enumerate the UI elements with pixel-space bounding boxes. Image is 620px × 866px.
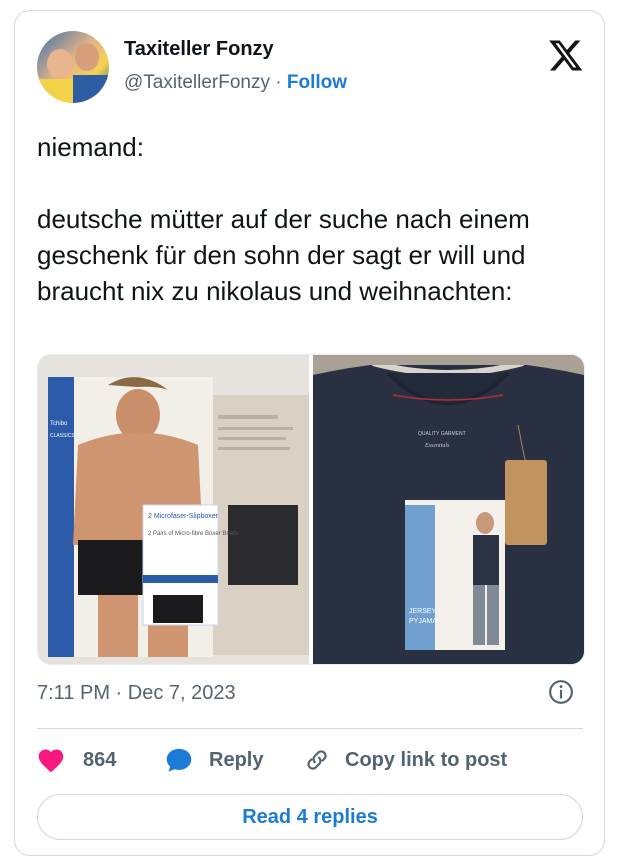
boxer-package-illustration: 2 Microfaser-Slipboxer 2 Pairs of Micro-… — [38, 355, 309, 664]
media-image-boxer-package[interactable]: 2 Microfaser-Slipboxer 2 Pairs of Micro-… — [38, 355, 309, 664]
info-icon[interactable] — [548, 679, 574, 705]
pyjama-illustration: QUALITY GARMENT Essentials JERSEY PYJAMA — [313, 355, 584, 664]
reply-button[interactable]: Reply — [165, 738, 263, 782]
like-count: 864 — [83, 748, 117, 771]
action-bar: 864 Reply Copy link to post — [37, 738, 583, 782]
avatar[interactable] — [37, 31, 109, 103]
label-top: QUALITY GARMENT — [418, 431, 466, 437]
like-button[interactable]: 864 — [37, 738, 116, 782]
box-title: 2 Microfaser-Slipboxer — [148, 513, 219, 520]
divider — [37, 728, 583, 729]
avatar-face-right — [75, 43, 99, 71]
author-name[interactable]: Taxiteller Fonzy — [124, 38, 274, 61]
media-image-pyjama[interactable]: QUALITY GARMENT Essentials JERSEY PYJAMA — [313, 355, 584, 664]
heart-icon — [38, 749, 64, 773]
link-icon — [307, 750, 327, 770]
label-brand: Essentials — [424, 443, 450, 449]
author-handle[interactable]: @TaxitellerFonzy — [124, 72, 270, 93]
tweet-timestamp[interactable]: 7:11 PM · Dec 7, 2023 — [37, 682, 236, 705]
x-logo-icon[interactable] — [548, 37, 584, 73]
avatar-shirt-right — [73, 75, 109, 103]
follow-button[interactable]: Follow — [287, 72, 347, 93]
reply-bubble-icon — [166, 748, 192, 772]
copy-link-button[interactable]: Copy link to post — [303, 738, 507, 782]
brand-logo-text: Tchibo — [50, 421, 68, 427]
handle-separator: · — [275, 72, 282, 93]
box-text-jersey: JERSEY — [409, 608, 437, 615]
tweet-card: Taxiteller Fonzy @TaxitellerFonzy · Foll… — [14, 10, 605, 856]
box-subtitle: 2 Pairs of Micro-fibre Boxer Briefs — [148, 531, 238, 537]
reply-label: Reply — [209, 748, 264, 771]
copy-link-label: Copy link to post — [345, 748, 508, 771]
box-text-pyjama: PYJAMA — [409, 618, 437, 625]
line-text: CLASSICS — [50, 433, 75, 439]
tweet-media[interactable]: 2 Microfaser-Slipboxer 2 Pairs of Micro-… — [37, 354, 585, 665]
avatar-face-left — [47, 49, 73, 79]
author-handle-row: @TaxitellerFonzy · Follow — [124, 72, 347, 94]
read-replies-button[interactable]: Read 4 replies — [37, 794, 583, 840]
tweet-text: niemand: deutsche mütter auf der suche n… — [37, 132, 530, 306]
